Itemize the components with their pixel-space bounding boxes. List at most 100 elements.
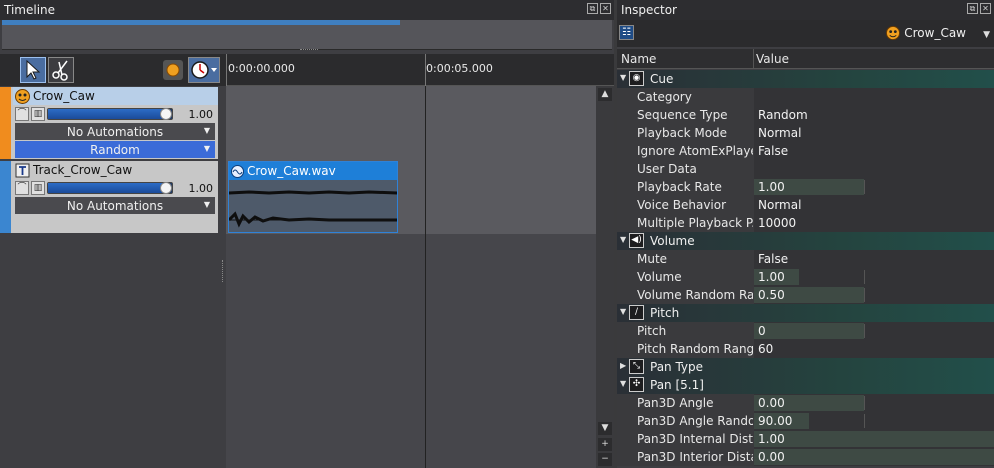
select-tool-button[interactable]: [20, 57, 46, 83]
property-value-cell[interactable]: 10000: [754, 214, 994, 232]
scroll-up-icon[interactable]: ▲: [598, 88, 612, 101]
mixer-icon[interactable]: ▥: [31, 181, 45, 195]
property-row[interactable]: Pitch 0: [617, 322, 994, 340]
property-value-cell[interactable]: False: [754, 142, 994, 160]
property-row[interactable]: Playback Rate 1.00: [617, 178, 994, 196]
property-value: 0: [758, 324, 766, 338]
property-category[interactable]: ▼ ∕ Pitch: [617, 304, 994, 322]
expand-icon[interactable]: ▶: [620, 361, 626, 370]
time-ruler[interactable]: 0:00:00.000 0:00:05.000: [226, 54, 614, 86]
collapse-icon[interactable]: ▼: [620, 235, 626, 244]
float-window-icon[interactable]: ⧉: [587, 3, 598, 14]
property-row[interactable]: Volume Random Ra... 0.50: [617, 286, 994, 304]
collapse-icon[interactable]: ▼: [620, 307, 626, 316]
cut-tool-button[interactable]: [48, 57, 74, 83]
header-splitter[interactable]: [222, 260, 225, 282]
waveform-clip[interactable]: Crow_Caw.wav: [227, 161, 398, 233]
value-slider-bar[interactable]: [754, 449, 994, 465]
record-button[interactable]: [162, 57, 184, 83]
property-row[interactable]: Pitch Random Range 60: [617, 340, 994, 358]
playhead-line[interactable]: [425, 86, 426, 468]
timeline-overview[interactable]: [2, 20, 612, 50]
vertical-scrollbar[interactable]: ▲ ▼ + −: [596, 86, 614, 468]
empty-lane-area[interactable]: [226, 234, 596, 468]
automation-dropdown[interactable]: No Automations ▼: [15, 123, 215, 140]
snap-dropdown-button[interactable]: [188, 57, 220, 83]
close-icon[interactable]: ✕: [600, 3, 611, 14]
property-row[interactable]: Pan3D Interior Dista... 0.00: [617, 448, 994, 466]
property-value-cell[interactable]: Normal: [754, 196, 994, 214]
property-row[interactable]: Multiple Playback P... 10000: [617, 214, 994, 232]
mixer-icon[interactable]: ▥: [31, 107, 45, 121]
volume-value: 1.00: [188, 107, 214, 121]
volume-slider[interactable]: [47, 182, 173, 194]
property-value-cell[interactable]: 0.50: [754, 286, 994, 304]
property-value-cell[interactable]: 90.00: [754, 412, 994, 430]
property-row[interactable]: Category: [617, 88, 994, 106]
property-row[interactable]: Volume 1.00: [617, 268, 994, 286]
track-header[interactable]: Crow_Caw ⌒ ▥ 1.00 No Automations ▼ Rando…: [0, 87, 218, 159]
collapse-icon[interactable]: ▼: [620, 379, 626, 388]
property-value-cell[interactable]: 1.00: [754, 430, 994, 448]
volume-slider-knob[interactable]: [160, 108, 172, 120]
volume-slider-knob[interactable]: [160, 182, 172, 194]
property-category[interactable]: ▼ ✣ Pan [5.1]: [617, 376, 994, 394]
property-row[interactable]: Ignore AtomExPlayer False: [617, 142, 994, 160]
splitter-grip[interactable]: [300, 49, 318, 53]
property-value-cell[interactable]: Normal: [754, 124, 994, 142]
property-name: Sequence Type: [637, 108, 728, 122]
property-row[interactable]: Sequence Type Random: [617, 106, 994, 124]
automation-dropdown[interactable]: No Automations ▼: [15, 197, 215, 214]
clock-icon: [191, 61, 217, 79]
property-value-cell[interactable]: 0.00: [754, 448, 994, 466]
track-lane[interactable]: [226, 86, 596, 160]
float-window-icon[interactable]: ⧉: [967, 3, 978, 14]
zoom-in-icon[interactable]: +: [598, 438, 612, 451]
close-icon[interactable]: ✕: [980, 3, 991, 14]
property-value-cell[interactable]: 0.00: [754, 394, 994, 412]
property-value: 0.50: [758, 288, 785, 302]
envelope-icon[interactable]: ⌒: [15, 181, 29, 195]
property-category[interactable]: ▶ ⤡ Pan Type: [617, 358, 994, 376]
chevron-down-icon[interactable]: ▼: [983, 30, 990, 40]
zoom-out-icon[interactable]: −: [598, 453, 612, 466]
property-value-cell[interactable]: 0: [754, 322, 994, 340]
name-column-header[interactable]: Name: [621, 52, 656, 66]
property-category[interactable]: ▼ ◀) Volume: [617, 232, 994, 250]
property-value-cell[interactable]: [754, 160, 994, 178]
property-name: Playback Mode: [637, 126, 728, 140]
list-view-icon[interactable]: ☷: [619, 25, 634, 40]
property-row[interactable]: Mute False: [617, 250, 994, 268]
cue-icon: [886, 26, 901, 40]
property-name: Pitch Random Range: [637, 342, 753, 356]
property-row[interactable]: Pan3D Internal Dist... 1.00: [617, 430, 994, 448]
overview-range-bar[interactable]: [2, 20, 400, 25]
property-value-cell[interactable]: 1.00: [754, 178, 994, 196]
property-value-cell[interactable]: 1.00: [754, 268, 994, 286]
property-row[interactable]: Voice Behavior Normal: [617, 196, 994, 214]
property-row[interactable]: User Data: [617, 160, 994, 178]
waveform: [227, 190, 398, 228]
sequence-type-dropdown[interactable]: Random ▼: [15, 141, 215, 158]
value-slider-separator: [864, 414, 865, 428]
property-row[interactable]: Pan3D Angle Random 90.00: [617, 412, 994, 430]
property-row[interactable]: Playback Mode Normal: [617, 124, 994, 142]
property-value-cell[interactable]: 60: [754, 340, 994, 358]
envelope-icon[interactable]: ⌒: [15, 107, 29, 121]
dropdown-arrow-icon: ▼: [203, 126, 210, 135]
property-row[interactable]: Pan3D Angle 0.00: [617, 394, 994, 412]
property-value-cell[interactable]: False: [754, 250, 994, 268]
track-title-row[interactable]: Track_Crow_Caw: [13, 161, 218, 179]
property-name: Voice Behavior: [637, 198, 727, 212]
value-slider-bar[interactable]: [754, 431, 994, 447]
volume-slider[interactable]: [47, 108, 173, 120]
collapse-icon[interactable]: ▼: [620, 73, 626, 82]
property-category[interactable]: ▼ ◉ Cue: [617, 70, 994, 88]
scroll-down-icon[interactable]: ▼: [598, 422, 612, 435]
track-header[interactable]: Track_Crow_Caw ⌒ ▥ 1.00 No Automations ▼: [0, 161, 218, 233]
value-slider-bar[interactable]: [754, 323, 864, 339]
property-value-cell[interactable]: Random: [754, 106, 994, 124]
track-title-row[interactable]: Crow_Caw: [13, 87, 218, 105]
value-column-header[interactable]: Value: [756, 52, 789, 66]
property-value-cell[interactable]: [754, 88, 994, 106]
